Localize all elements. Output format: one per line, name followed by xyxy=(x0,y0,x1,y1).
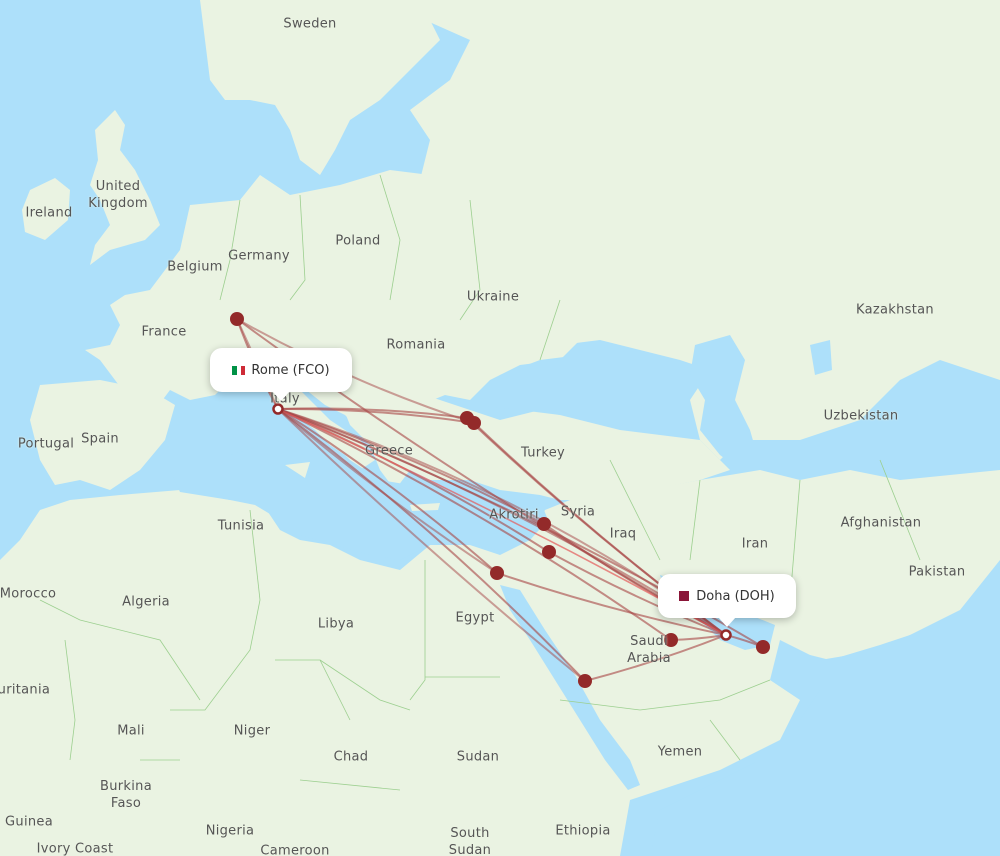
country-label-france: France xyxy=(141,324,187,340)
italy-flag-icon xyxy=(232,365,246,375)
stopover-marker-istanbul-2[interactable] xyxy=(467,416,481,430)
country-label-mali: Mali xyxy=(117,723,145,739)
country-label-south-sudan: South Sudan xyxy=(448,826,492,856)
qatar-flag-icon xyxy=(679,591,690,601)
country-label-libya: Libya xyxy=(317,616,355,632)
route-fco-riyadh xyxy=(277,408,672,641)
country-label-portugal: Portugal xyxy=(17,436,75,452)
country-label-iraq: Iraq xyxy=(609,526,637,542)
stopover-marker-zurich[interactable] xyxy=(230,312,244,326)
stopover-marker-cairo[interactable] xyxy=(490,566,504,580)
origin-label: Rome (FCO) xyxy=(251,362,330,378)
country-label-egypt: Egypt xyxy=(455,610,495,626)
routes-layer xyxy=(230,312,770,688)
country-label-ireland: Ireland xyxy=(25,205,73,221)
country-label-romania: Romania xyxy=(386,337,446,353)
country-label-ethiopia: Ethiopia xyxy=(555,823,611,839)
destination-marker[interactable] xyxy=(720,629,732,641)
route-fco-amman xyxy=(277,408,550,553)
country-label-yemen: Yemen xyxy=(657,744,703,760)
country-label-poland: Poland xyxy=(335,233,381,249)
destination-label: Doha (DOH) xyxy=(696,588,775,604)
country-label-iran: Iran xyxy=(741,536,769,552)
country-label-uzbekistan: Uzbekistan xyxy=(823,408,899,424)
country-label-tunisia: Tunisia xyxy=(217,518,265,534)
country-label-kazakhstan: Kazakhstan xyxy=(856,302,934,318)
country-label-algeria: Algeria xyxy=(122,594,170,610)
country-label-chad: Chad xyxy=(333,749,369,765)
country-label-united-kingdom: United Kingdom xyxy=(88,179,148,211)
country-label-afghanistan: Afghanistan xyxy=(840,515,922,531)
country-label-germany: Germany xyxy=(228,248,290,264)
country-label-turkey: Turkey xyxy=(520,445,566,461)
route-map[interactable]: Sweden United Kingdom Ireland Germany Belgium… xyxy=(0,0,1000,856)
stopover-marker-abu-dhabi[interactable] xyxy=(756,640,770,654)
country-label-nigeria: Nigeria xyxy=(205,823,255,839)
country-label-guinea: Guinea xyxy=(5,814,53,830)
country-label-spain: Spain xyxy=(81,431,119,447)
country-label-saudi-arabia: Saudi Arabia xyxy=(627,634,671,666)
country-label-mauritania: Mauritania xyxy=(0,682,51,698)
origin-popup[interactable]: Rome (FCO) xyxy=(210,348,352,401)
country-label-cameroon: Cameroon xyxy=(260,843,330,856)
country-label-ukraine: Ukraine xyxy=(466,289,520,305)
country-label-niger: Niger xyxy=(233,723,271,739)
stopover-marker-amman[interactable] xyxy=(542,545,556,559)
country-label-sweden: Sweden xyxy=(283,16,337,32)
destination-popup[interactable]: Doha (DOH) xyxy=(658,574,796,627)
country-label-morocco: Morocco xyxy=(0,586,57,602)
country-label-akrotiri: Akrotiri xyxy=(489,507,539,523)
country-label-greece: Greece xyxy=(364,443,414,459)
country-label-pakistan: Pakistan xyxy=(908,564,966,580)
country-label-sudan: Sudan xyxy=(456,749,500,765)
country-label-syria: Syria xyxy=(560,504,596,520)
country-label-belgium: Belgium xyxy=(167,259,223,275)
stopover-marker-jeddah[interactable] xyxy=(578,674,592,688)
country-label-burkina-faso: Burkina Faso xyxy=(100,779,152,811)
country-label-ivory-coast: Ivory Coast xyxy=(36,841,114,856)
